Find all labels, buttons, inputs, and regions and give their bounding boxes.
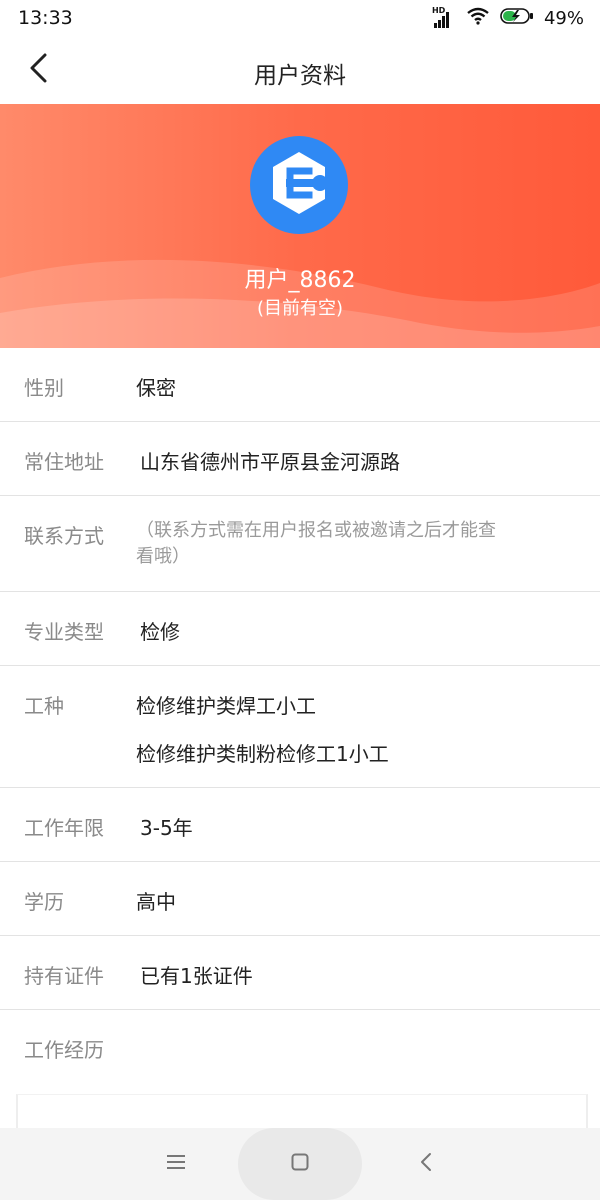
row-gender: 性别 保密 bbox=[0, 348, 600, 422]
page-title: 用户资料 bbox=[254, 63, 346, 89]
certificates-value: 已有1张证件 bbox=[140, 964, 253, 988]
education-label: 学历 bbox=[24, 890, 64, 914]
availability-status: (目前有空) bbox=[256, 298, 344, 319]
experience-label: 工作经历 bbox=[24, 1038, 104, 1062]
trade-label: 工种 bbox=[24, 694, 64, 718]
avatar[interactable] bbox=[250, 136, 348, 234]
wifi-icon bbox=[466, 7, 490, 30]
contact-hint-line1: （联系方式需在用户报名或被邀请之后才能查 bbox=[136, 520, 496, 541]
row-trade: 工种 检修维护类焊工小工 检修维护类制粉检修工1小工 bbox=[0, 666, 600, 788]
trade-value: 检修维护类制粉检修工1小工 bbox=[136, 742, 389, 766]
home-square-icon bbox=[291, 1153, 309, 1175]
specialty-value: 检修 bbox=[140, 620, 180, 644]
status-icons: HD 49% bbox=[432, 6, 584, 30]
status-bar: 13:33 HD 49% bbox=[0, 0, 600, 38]
contact-hint-line2: 看哦） bbox=[136, 546, 190, 567]
education-value: 高中 bbox=[136, 890, 176, 914]
row-certificates[interactable]: 持有证件 已有1张证件 bbox=[0, 936, 600, 1010]
battery-icon bbox=[500, 7, 534, 30]
profile-info-list: 性别 保密 常住地址 山东省德州市平原县金河源路 联系方式 （联系方式需在用户报… bbox=[0, 348, 600, 1084]
profile-header: 用户_8862 (目前有空) bbox=[0, 104, 600, 348]
status-time: 13:33 bbox=[18, 7, 73, 29]
address-label: 常住地址 bbox=[24, 450, 104, 474]
menu-icon bbox=[166, 1154, 186, 1174]
years-value: 3-5年 bbox=[140, 816, 193, 840]
wrench-logo-icon bbox=[262, 146, 336, 224]
user-name: 用户_8862 bbox=[244, 268, 356, 293]
years-label: 工作年限 bbox=[24, 816, 104, 840]
nav-bar: 用户资料 bbox=[0, 38, 600, 104]
contact-label: 联系方式 bbox=[24, 524, 104, 548]
certificates-label: 持有证件 bbox=[24, 964, 104, 988]
battery-percent: 49% bbox=[543, 8, 584, 29]
network-label: HD bbox=[431, 5, 446, 15]
home-button[interactable] bbox=[270, 1128, 330, 1200]
experience-card bbox=[16, 1094, 588, 1129]
row-years: 工作年限 3-5年 bbox=[0, 788, 600, 862]
specialty-label: 专业类型 bbox=[24, 620, 104, 644]
gender-label: 性别 bbox=[24, 376, 64, 400]
address-value: 山东省德州市平原县金河源路 bbox=[140, 450, 400, 474]
row-address: 常住地址 山东省德州市平原县金河源路 bbox=[0, 422, 600, 496]
system-back-button[interactable] bbox=[396, 1128, 456, 1200]
trade-value: 检修维护类焊工小工 bbox=[136, 694, 316, 718]
row-contact: 联系方式 （联系方式需在用户报名或被邀请之后才能查 看哦） bbox=[0, 496, 600, 592]
row-education: 学历 高中 bbox=[0, 862, 600, 936]
row-specialty: 专业类型 检修 bbox=[0, 592, 600, 666]
menu-button[interactable] bbox=[146, 1128, 206, 1200]
gender-value: 保密 bbox=[136, 376, 176, 400]
back-triangle-icon bbox=[419, 1152, 433, 1176]
system-nav-bar bbox=[0, 1128, 600, 1200]
row-experience: 工作经历 bbox=[0, 1010, 600, 1084]
signal-icon: HD bbox=[432, 6, 456, 28]
